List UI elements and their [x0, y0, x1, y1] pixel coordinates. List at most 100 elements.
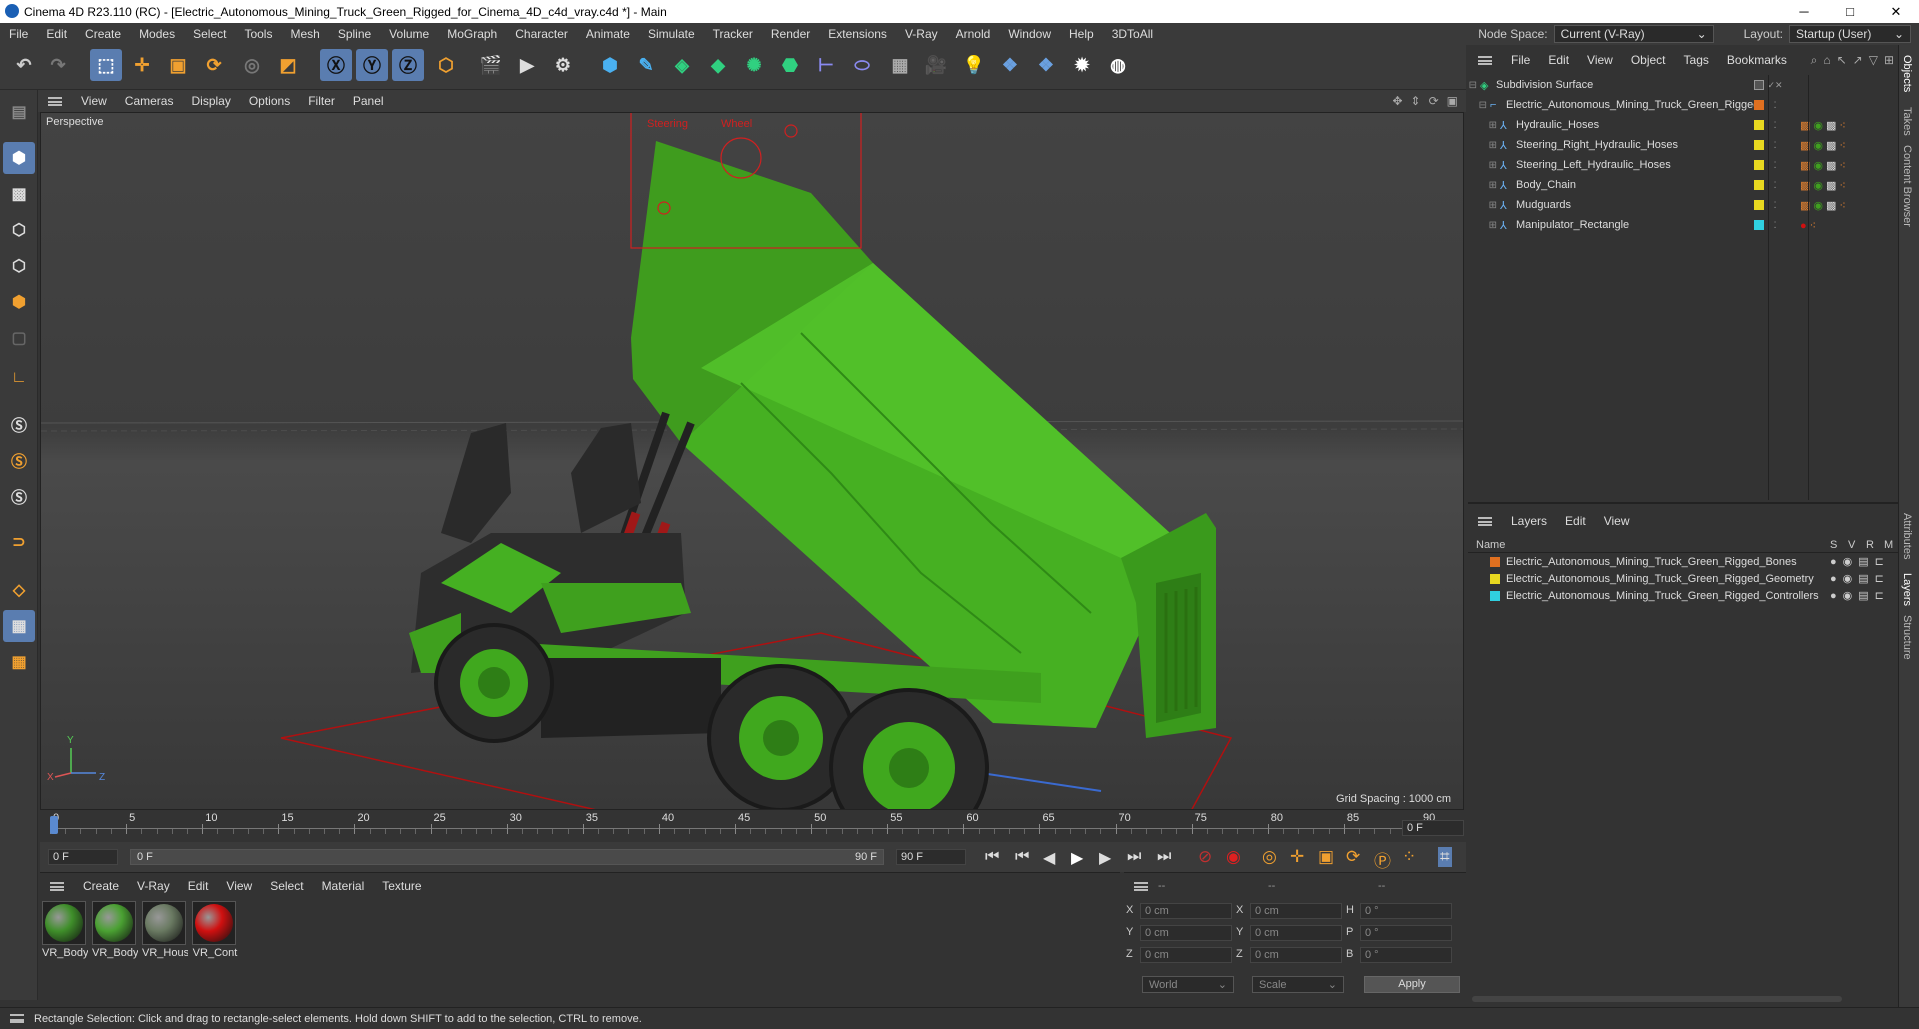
- key-parameter-icon[interactable]: Ⓟ: [1374, 847, 1391, 872]
- magnet-icon[interactable]: ⊃: [3, 526, 35, 558]
- redo-icon[interactable]: ↷: [42, 49, 74, 81]
- coord-position-field[interactable]: 0 cm: [1140, 947, 1232, 963]
- uv-mode-icon[interactable]: ▢: [3, 322, 35, 354]
- material-swatch[interactable]: VR_Hous: [142, 901, 188, 959]
- go-to-start-icon[interactable]: ⏮: [985, 848, 999, 866]
- tab-objects[interactable]: Objects: [1901, 55, 1913, 92]
- object-name[interactable]: Electric_Autonomous_Mining_Truck_Green_R…: [1506, 99, 1754, 111]
- object-row[interactable]: ⊞ ⅄ Body_Chain ⁚ ▩◉▩⁖: [1468, 175, 1898, 195]
- x-axis-lock-icon[interactable]: Ⓧ: [320, 49, 352, 81]
- coord-size-field[interactable]: 0 cm: [1250, 925, 1342, 941]
- light-icon[interactable]: 💡: [958, 49, 990, 81]
- rotate-tool-icon[interactable]: ⟳: [198, 49, 230, 81]
- mograph-cloner-icon[interactable]: ✺: [738, 49, 770, 81]
- layer-toggles-icon[interactable]: ●◉▤⊏: [1830, 589, 1898, 602]
- apply-button[interactable]: Apply: [1364, 976, 1460, 993]
- tab-structure[interactable]: Structure: [1901, 615, 1913, 660]
- menu-edit[interactable]: Edit: [37, 27, 76, 41]
- objects-menu-bookmarks[interactable]: Bookmarks: [1718, 53, 1796, 67]
- back-icon[interactable]: ↖: [1837, 53, 1847, 67]
- layer-toggles-icon[interactable]: ●◉▤⊏: [1830, 555, 1898, 568]
- spline-pen-icon[interactable]: ✎: [630, 49, 662, 81]
- material-preview-sphere[interactable]: [42, 901, 86, 945]
- viewport-menu-display[interactable]: Display: [182, 94, 239, 108]
- object-row[interactable]: ⊞ ⅄ Mudguards ⁚ ▩◉▩⁖: [1468, 195, 1898, 215]
- layer-name[interactable]: Electric_Autonomous_Mining_Truck_Green_R…: [1506, 573, 1830, 585]
- menu-help[interactable]: Help: [1060, 27, 1103, 41]
- status-menu-icon[interactable]: [10, 1014, 24, 1023]
- object-row[interactable]: ⊞ ⅄ Hydraulic_Hoses ⁚ ▩◉▩⁖: [1468, 115, 1898, 135]
- z-axis-lock-icon[interactable]: Ⓩ: [392, 49, 424, 81]
- layer-color-swatch[interactable]: [1754, 220, 1764, 230]
- cube-primitive-icon[interactable]: ⬢: [594, 49, 626, 81]
- menu-simulate[interactable]: Simulate: [639, 27, 704, 41]
- layer-color-swatch[interactable]: [1754, 200, 1764, 210]
- menu-tracker[interactable]: Tracker: [704, 27, 762, 41]
- objects-menu-edit[interactable]: Edit: [1539, 53, 1578, 67]
- go-to-end-icon[interactable]: ⏭: [1157, 848, 1171, 866]
- y-axis-lock-icon[interactable]: Ⓨ: [356, 49, 388, 81]
- tab-attributes[interactable]: Attributes: [1901, 513, 1913, 559]
- object-name[interactable]: Steering_Right_Hydraulic_Hoses: [1516, 139, 1754, 151]
- object-name[interactable]: Manipulator_Rectangle: [1516, 219, 1754, 231]
- locked-workplane-icon[interactable]: ▦: [3, 646, 35, 678]
- object-name[interactable]: Mudguards: [1516, 199, 1754, 211]
- layers-menu-view[interactable]: View: [1595, 514, 1639, 528]
- objects-menu-file[interactable]: File: [1502, 53, 1539, 67]
- previous-frame-icon[interactable]: ◀: [1043, 848, 1055, 868]
- python-script-icon[interactable]: ❖: [1030, 49, 1062, 81]
- minimize-button[interactable]: ─: [1781, 0, 1827, 23]
- key-position-icon[interactable]: ✛: [1290, 847, 1304, 867]
- objects-menu-view[interactable]: View: [1578, 53, 1622, 67]
- expand-icon[interactable]: ⊞: [1468, 160, 1500, 171]
- expand-icon[interactable]: ⊞: [1468, 140, 1500, 151]
- expand-icon[interactable]: ⊞: [1468, 220, 1500, 231]
- material-menu-create[interactable]: Create: [74, 879, 128, 893]
- menu-file[interactable]: File: [0, 27, 37, 41]
- previous-key-icon[interactable]: ⏮: [1015, 848, 1029, 866]
- texture-mode-icon[interactable]: ▩: [3, 178, 35, 210]
- camera-icon[interactable]: 🎥: [920, 49, 952, 81]
- material-swatch[interactable]: VR_Body: [42, 901, 88, 959]
- tab-takes[interactable]: Takes: [1901, 107, 1913, 136]
- timeline-ruler[interactable]: 051015202530354045505560657075808590 0 F: [40, 812, 1466, 842]
- object-row[interactable]: ⊞ ⅄ Steering_Right_Hydraulic_Hoses ⁚ ▩◉▩⁖: [1468, 135, 1898, 155]
- quantize-icon[interactable]: Ⓢ: [3, 480, 35, 512]
- layer-row[interactable]: Electric_Autonomous_Mining_Truck_Green_R…: [1468, 570, 1898, 587]
- material-menu-icon[interactable]: [50, 881, 64, 891]
- material-menu-view[interactable]: View: [217, 879, 261, 893]
- preview-range-slider[interactable]: 0 F 90 F: [130, 849, 884, 865]
- render-view-icon[interactable]: 🎬: [475, 49, 507, 81]
- key-rotation-icon[interactable]: ⟳: [1346, 847, 1360, 867]
- motion-system-icon[interactable]: ⌗: [1438, 847, 1452, 867]
- material-preview-sphere[interactable]: [92, 901, 136, 945]
- make-editable-icon[interactable]: ▤: [3, 96, 35, 128]
- objects-menu-icon[interactable]: [1478, 55, 1492, 65]
- coordinate-system-select[interactable]: World ⌄: [1142, 976, 1234, 993]
- material-menu-texture[interactable]: Texture: [373, 879, 430, 893]
- expand-icon[interactable]: ⊞: [1468, 200, 1500, 211]
- search-icon[interactable]: ⌕: [1811, 53, 1818, 68]
- coord-size-field[interactable]: 0 cm: [1250, 947, 1342, 963]
- expand-icon[interactable]: ⊞: [1468, 180, 1500, 191]
- menu-modes[interactable]: Modes: [130, 27, 184, 41]
- start-frame-field[interactable]: 0 F: [48, 849, 118, 865]
- forward-icon[interactable]: ↗: [1853, 53, 1863, 67]
- layer-color-swatch[interactable]: [1754, 160, 1764, 170]
- vray-settings-icon[interactable]: ✹: [1066, 49, 1098, 81]
- controller-material-tag-icon[interactable]: ●⁖: [1800, 219, 1819, 232]
- tab-content-browser[interactable]: Content Browser: [1901, 145, 1913, 227]
- keyframe-selection-icon[interactable]: ◎: [1262, 847, 1277, 867]
- autokey-icon[interactable]: ◉: [1226, 847, 1241, 867]
- floor-environment-icon[interactable]: ▦: [884, 49, 916, 81]
- layers-scrollbar[interactable]: [1472, 996, 1842, 1002]
- menu-v-ray[interactable]: V-Ray: [896, 27, 947, 41]
- objects-menu-tags[interactable]: Tags: [1675, 53, 1718, 67]
- scale-mode-select[interactable]: Scale ⌄: [1252, 976, 1344, 993]
- snap-settings-icon[interactable]: Ⓢ: [3, 444, 35, 476]
- menu-create[interactable]: Create: [76, 27, 130, 41]
- coord-rotation-field[interactable]: 0 °: [1360, 925, 1452, 941]
- current-frame-field[interactable]: 0 F: [1402, 820, 1464, 836]
- material-menu-edit[interactable]: Edit: [179, 879, 218, 893]
- points-mode-icon[interactable]: ⬡: [3, 214, 35, 246]
